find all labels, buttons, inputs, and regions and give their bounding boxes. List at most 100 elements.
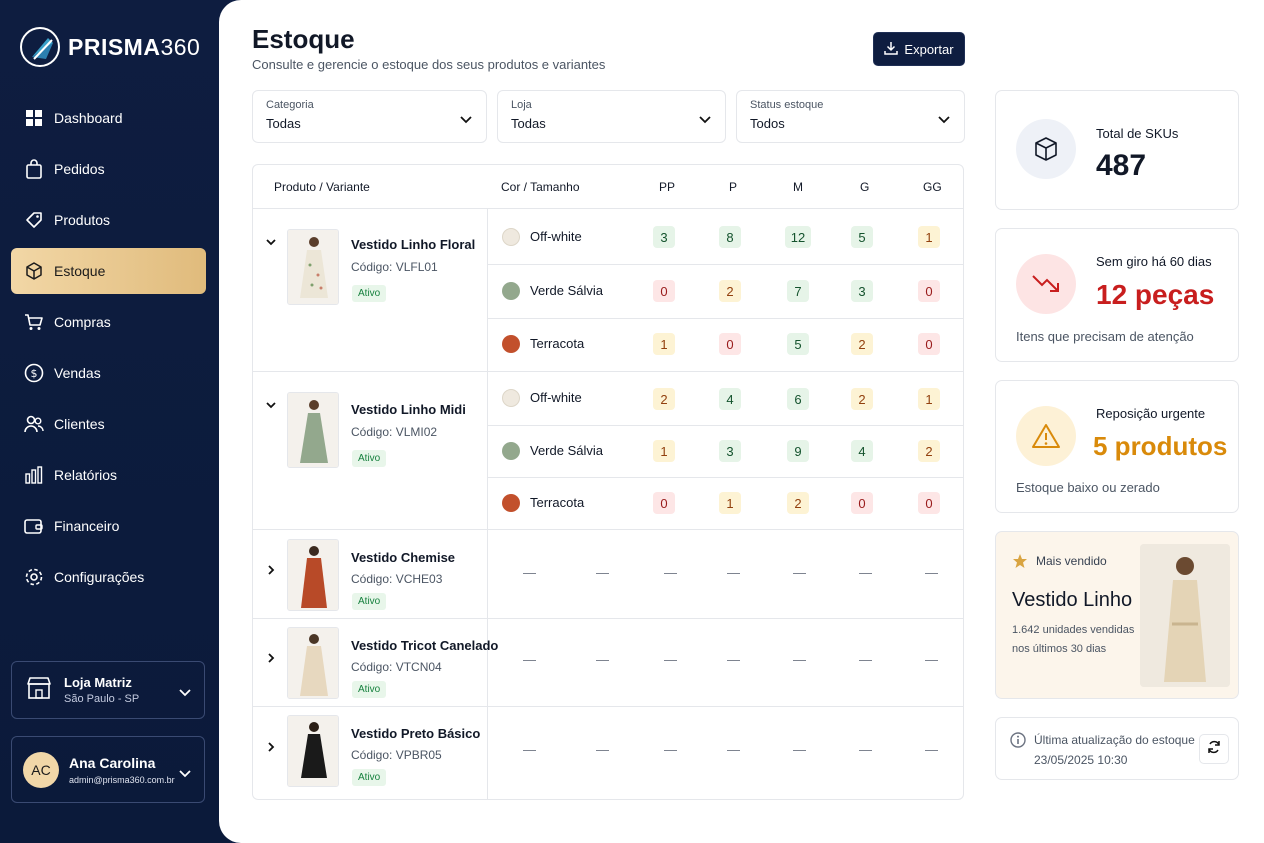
box-icon xyxy=(1016,119,1076,179)
empty-cell: — xyxy=(793,565,806,580)
stock-cell: 3 xyxy=(653,226,675,248)
chevron-down-icon[interactable] xyxy=(265,235,277,247)
table-row-product[interactable]: Vestido Chemise Código: VCHE03 Ativo xyxy=(253,530,487,618)
stock-cell: 4 xyxy=(851,440,873,462)
table-row-product[interactable]: Vestido Tricot Canelado Código: VTCN04 A… xyxy=(253,619,498,706)
gear-icon xyxy=(24,567,44,587)
sidebar-item-produtos[interactable]: Produtos xyxy=(11,197,206,243)
sidebar-item-label: Estoque xyxy=(54,263,106,279)
export-label: Exportar xyxy=(904,41,954,57)
sidebar-item-label: Financeiro xyxy=(54,518,120,534)
stock-cell: 2 xyxy=(653,388,675,410)
stock-cell: 2 xyxy=(787,492,809,514)
sidebar-item-relatorios[interactable]: Relatórios xyxy=(11,452,206,498)
user-menu[interactable]: AC Ana Carolina admin@prisma360.com.br xyxy=(11,736,205,803)
color-swatch xyxy=(502,282,520,300)
sidebar-item-compras[interactable]: Compras xyxy=(11,299,206,345)
status-badge: Ativo xyxy=(352,681,387,698)
status-badge: Ativo xyxy=(352,450,387,467)
variant-row: Terracota 0 1 2 0 0 xyxy=(488,477,963,529)
export-button[interactable]: Exportar xyxy=(873,32,965,66)
column-header-p: P xyxy=(729,179,738,194)
status-badge: Ativo xyxy=(352,285,387,302)
brand-logo[interactable]: PRISMA360 xyxy=(20,27,200,67)
product-image xyxy=(287,392,339,468)
product-code: Código: VLFL01 xyxy=(351,260,438,274)
sidebar-item-label: Pedidos xyxy=(54,161,105,177)
table-row-product[interactable]: Vestido Linho Floral Código: VLFL01 Ativ… xyxy=(253,209,487,371)
status-badge: Ativo xyxy=(352,769,387,786)
dollar-icon: $ xyxy=(24,363,44,383)
sidebar-item-estoque[interactable]: Estoque xyxy=(11,248,206,294)
stock-cell: 4 xyxy=(719,388,741,410)
column-header-product: Produto / Variante xyxy=(274,179,370,194)
refresh-button[interactable] xyxy=(1199,734,1229,764)
users-icon xyxy=(24,414,44,434)
chevron-down-icon[interactable] xyxy=(265,398,277,410)
chevron-right-icon[interactable] xyxy=(265,563,277,575)
column-header-g: G xyxy=(860,179,870,194)
sidebar-item-pedidos[interactable]: Pedidos xyxy=(11,146,206,192)
sidebar-item-dashboard[interactable]: Dashboard xyxy=(11,95,206,141)
sidebar-item-configuracoes[interactable]: Configurações xyxy=(11,554,206,600)
card-no-turnover: Sem giro há 60 dias 12 peças Itens que p… xyxy=(995,228,1239,362)
stock-cell: 0 xyxy=(653,280,675,302)
chevron-right-icon[interactable] xyxy=(265,651,277,663)
trend-down-icon xyxy=(1016,254,1076,314)
table-row-product[interactable]: Vestido Linho Midi Código: VLMI02 Ativo xyxy=(253,372,487,529)
stock-cell: 1 xyxy=(653,333,675,355)
stock-table: Produto / Variante Cor / Tamanho PP P M … xyxy=(252,164,964,800)
variant-row: Verde Sálvia 1 3 9 4 2 xyxy=(488,425,963,477)
empty-cell: — xyxy=(793,652,806,667)
sidebar-item-financeiro[interactable]: Financeiro xyxy=(11,503,206,549)
filter-categoria[interactable]: Categoria Todas xyxy=(252,90,487,143)
empty-cell: — xyxy=(596,742,609,757)
sidebar-item-label: Configurações xyxy=(54,569,145,585)
best-seller-units: 1.642 unidades vendidas xyxy=(1012,624,1135,636)
info-icon xyxy=(1010,732,1026,753)
product-code: Código: VTCN04 xyxy=(351,660,442,674)
brand-name: PRISMA360 xyxy=(68,33,201,60)
main-panel: Estoque Consulte e gerencie o estoque do… xyxy=(219,0,1264,843)
chevron-right-icon[interactable] xyxy=(265,740,277,752)
last-update-label: Última atualização do estoque xyxy=(1034,733,1195,747)
stock-cell: 0 xyxy=(918,280,940,302)
sidebar-item-clientes[interactable]: Clientes xyxy=(11,401,206,447)
last-update-info: Última atualização do estoque 23/05/2025… xyxy=(995,717,1239,780)
variant-color: Verde Sálvia xyxy=(530,443,603,458)
store-selector[interactable]: Loja Matriz São Paulo - SP xyxy=(11,661,205,719)
variant-row: Verde Sálvia 0 2 7 3 0 xyxy=(488,264,963,318)
product-image xyxy=(287,229,339,305)
empty-cell: — xyxy=(727,652,740,667)
stock-cell: 1 xyxy=(653,440,675,462)
filter-loja[interactable]: Loja Todas xyxy=(497,90,726,143)
card-title: Total de SKUs xyxy=(1096,126,1179,141)
best-seller-image xyxy=(1140,544,1230,687)
empty-cell: — xyxy=(727,742,740,757)
chevron-down-icon xyxy=(699,111,711,129)
warning-icon xyxy=(1016,406,1076,466)
variant-color: Terracota xyxy=(530,495,585,510)
stock-cell: 0 xyxy=(653,492,675,514)
download-icon xyxy=(884,41,899,58)
card-best-seller[interactable]: Mais vendido Vestido Linho 1.642 unidade… xyxy=(995,531,1239,699)
sidebar-item-vendas[interactable]: $ Vendas xyxy=(11,350,206,396)
user-email: admin@prisma360.com.br xyxy=(69,774,175,785)
column-header-gg: GG xyxy=(923,179,942,194)
variant-color: Off-white xyxy=(530,390,582,405)
table-row-product[interactable]: Vestido Preto Básico Código: VPBR05 Ativ… xyxy=(253,707,487,799)
product-image xyxy=(287,715,339,787)
card-restock: Reposição urgente 5 produtos Estoque bai… xyxy=(995,380,1239,513)
sidebar: PRISMA360 Dashboard Pedidos Produtos Est… xyxy=(0,0,230,843)
prism-logo-icon xyxy=(20,27,60,67)
stock-cell: 1 xyxy=(918,226,940,248)
refresh-icon xyxy=(1207,740,1221,759)
filter-status-estoque[interactable]: Status estoque Todos xyxy=(736,90,965,143)
color-swatch xyxy=(502,228,520,246)
product-name: Vestido Linho Midi xyxy=(351,402,466,417)
card-note: Estoque baixo ou zerado xyxy=(1016,480,1160,495)
stock-cell: 2 xyxy=(851,388,873,410)
tag-icon xyxy=(24,210,44,230)
product-image xyxy=(287,539,339,611)
star-icon xyxy=(1012,553,1028,574)
